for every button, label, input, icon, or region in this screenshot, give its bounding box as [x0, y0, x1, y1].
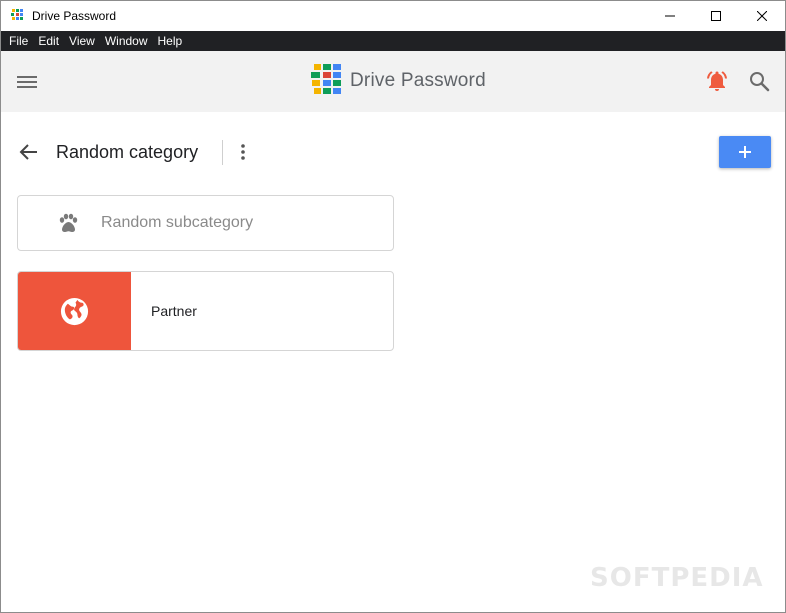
menu-file[interactable]: File [4, 31, 33, 51]
plus-icon [739, 146, 751, 158]
maximize-icon [711, 11, 721, 21]
menu-window[interactable]: Window [100, 31, 153, 51]
menu-edit[interactable]: Edit [33, 31, 64, 51]
title-bar[interactable]: Drive Password [1, 1, 785, 31]
item-card[interactable]: Partner [17, 271, 394, 351]
app-logo-icon [11, 9, 23, 20]
app-header: Drive Password [1, 51, 785, 112]
item-color-swatch [18, 272, 131, 350]
watermark: SOFTPEDIA [590, 563, 764, 593]
menu-help[interactable]: Help [153, 31, 188, 51]
menu-icon[interactable] [16, 71, 38, 93]
paw-icon [59, 213, 78, 232]
menu-view[interactable]: View [64, 31, 100, 51]
globe-icon [60, 297, 89, 326]
subcategory-label: Random subcategory [101, 214, 254, 231]
page-title: Random category [56, 142, 199, 162]
window-title: Drive Password [32, 9, 117, 23]
close-icon [757, 11, 767, 21]
subcategory-card[interactable]: Random subcategory [17, 195, 394, 251]
search-icon[interactable] [748, 70, 770, 92]
app-window: Drive Password File Edit View Window Hel… [0, 0, 786, 613]
brand-name: Drive Password [350, 70, 486, 91]
more-options-icon[interactable] [233, 141, 253, 163]
minimize-icon [665, 15, 675, 17]
add-button[interactable] [719, 136, 771, 168]
minimize-button[interactable] [647, 1, 693, 31]
drive-password-logo-icon [311, 64, 341, 94]
title-divider [222, 140, 223, 165]
maximize-button[interactable] [693, 1, 739, 31]
back-arrow-icon[interactable] [18, 141, 40, 163]
item-label: Partner [151, 303, 197, 319]
menu-bar: File Edit View Window Help [1, 31, 785, 51]
notification-bell-icon[interactable] [705, 69, 729, 93]
close-button[interactable] [739, 1, 785, 31]
